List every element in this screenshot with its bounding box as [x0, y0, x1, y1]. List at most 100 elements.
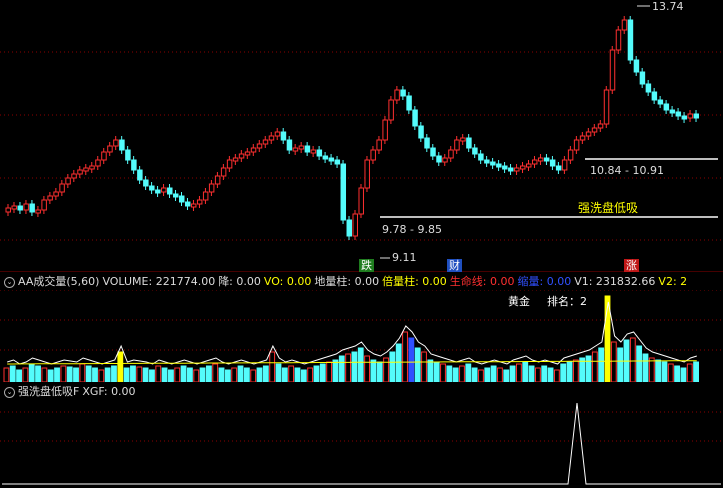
circle-toggle-icon[interactable]: ⌄: [4, 386, 15, 398]
volume-bar: [427, 359, 434, 382]
volume-bar: [528, 365, 535, 382]
volume-bar: [332, 359, 339, 382]
candle-body: [238, 153, 245, 159]
candle-body: [65, 177, 71, 185]
signal-panel[interactable]: [0, 399, 723, 488]
volume-indicator-name[interactable]: AA成交量(5,60): [18, 275, 99, 288]
volume-bar: [180, 365, 187, 382]
volume-bar: [326, 361, 333, 382]
candle-body: [382, 119, 388, 141]
candle-body: [585, 131, 592, 137]
candle-body: [173, 193, 179, 198]
volume-bar: [693, 361, 700, 382]
volume-bar: [357, 347, 364, 382]
candle-body: [53, 191, 59, 197]
volume-header: ⌄ AA成交量(5,60) VOLUME: 221774.00 降: 0.00 VO: …: [0, 275, 723, 289]
candle-body: [149, 185, 155, 191]
volume-bar: [47, 369, 54, 382]
volume-bar: [509, 365, 516, 382]
volume-bar: [3, 367, 10, 382]
candle-body: [184, 201, 191, 207]
candlestick-chart[interactable]: [0, 0, 723, 272]
volume-bar: [440, 363, 446, 382]
volume-bar: [294, 367, 301, 382]
support-range-label: 9.78 - 9.85: [382, 223, 442, 236]
candle-body: [502, 165, 508, 170]
circle-toggle-icon[interactable]: ⌄: [4, 276, 15, 288]
candle-body: [155, 189, 161, 194]
volume-bar: [243, 367, 250, 382]
volume-bar: [35, 365, 41, 382]
candle-body: [244, 151, 251, 156]
volume-bar: [73, 367, 79, 382]
volume-bar: [667, 363, 674, 382]
candle-body: [627, 19, 634, 61]
candle-body: [663, 103, 670, 111]
volume-bar: [300, 369, 307, 382]
candle-body: [466, 137, 472, 149]
rank-tag: 排名：2: [547, 295, 587, 308]
candle-body: [669, 109, 676, 114]
candle-body: [591, 127, 598, 133]
volume-bar: [421, 351, 427, 382]
candle-body: [196, 199, 203, 205]
volume-field: VOLUME: 221774.00: [102, 275, 216, 288]
candle-body: [17, 205, 23, 211]
signal-chart[interactable]: [0, 399, 723, 488]
volume-chart[interactable]: [0, 290, 723, 382]
volume-bar: [402, 331, 408, 382]
candle-body: [77, 169, 83, 175]
price-panel[interactable]: 13.74 9.11 9.78 - 9.85 10.84 - 10.91 强洗盘…: [0, 0, 723, 272]
candle-body: [47, 195, 53, 201]
candle-body: [5, 207, 11, 213]
candle-body: [316, 149, 323, 157]
candle-body: [621, 19, 628, 31]
candle-body: [83, 167, 89, 172]
volume-bar: [269, 351, 276, 382]
candle-body: [436, 155, 442, 163]
candle-body: [137, 169, 143, 181]
signal-indicator-name[interactable]: 强洗盘低吸F: [18, 385, 79, 398]
volume-field: V2: 2: [658, 275, 688, 288]
volume-bar: [534, 367, 541, 382]
candle-body: [496, 163, 502, 168]
finance-marker[interactable]: 财: [447, 259, 462, 272]
candle-body: [214, 175, 221, 185]
volume-bar: [54, 367, 60, 382]
candle-body: [179, 195, 185, 203]
volume-bar: [281, 367, 288, 382]
volume-bar: [22, 367, 29, 382]
candle-body: [579, 135, 586, 141]
volume-bar: [256, 367, 263, 382]
volume-bar: [262, 365, 269, 382]
volume-bar: [661, 361, 668, 382]
candle-body: [268, 135, 275, 141]
volume-bar: [680, 367, 687, 382]
rise-marker[interactable]: 涨: [624, 259, 639, 272]
candle-body: [41, 199, 47, 211]
volume-bar: [591, 351, 598, 382]
volume-field: 缩量: 0.00: [517, 275, 572, 288]
candle-body: [95, 159, 101, 167]
candle-body: [687, 113, 694, 119]
candle-body: [107, 145, 113, 153]
candle-body: [537, 157, 544, 162]
fall-marker[interactable]: 跌: [359, 259, 374, 272]
candle-body: [412, 109, 418, 127]
volume-bar: [193, 369, 200, 382]
candle-body: [11, 205, 17, 210]
volume-bar: [408, 337, 415, 382]
volume-bar: [142, 367, 149, 382]
candle-body: [280, 131, 287, 141]
candle-body: [322, 155, 329, 160]
volume-bar: [16, 369, 22, 382]
candle-body: [442, 157, 448, 163]
volume-bar: [503, 369, 510, 382]
volume-bar: [547, 367, 554, 382]
candle-body: [681, 115, 688, 120]
candle-body: [448, 149, 454, 159]
volume-bar: [553, 369, 560, 382]
volume-panel[interactable]: 黄金 排名：2: [0, 290, 723, 382]
volume-bar: [79, 363, 86, 382]
candle-body: [526, 163, 532, 168]
